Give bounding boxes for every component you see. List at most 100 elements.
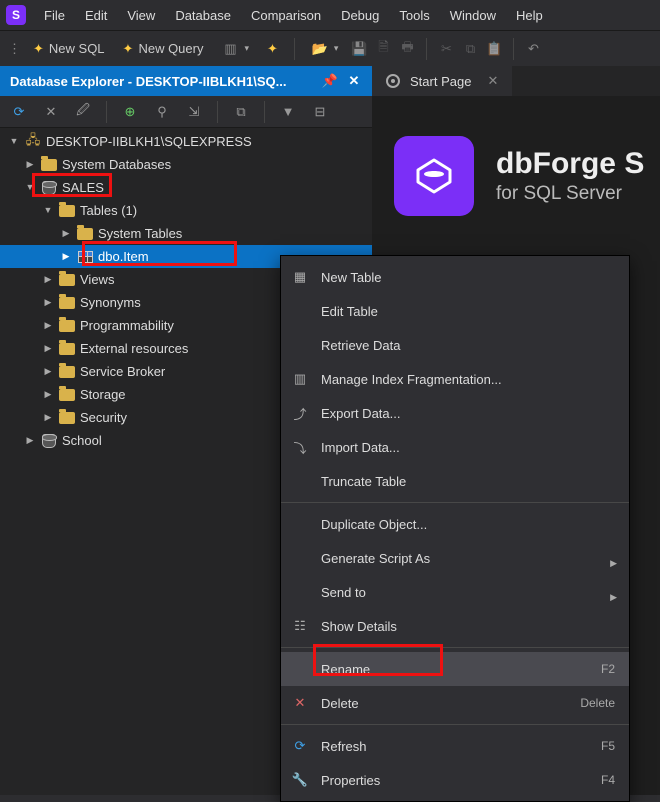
save-icon[interactable]: 💾 [350, 40, 368, 58]
start-page-label: Start Page [410, 74, 471, 89]
system-tables-label: System Tables [98, 226, 182, 241]
collapse-icon[interactable]: ⊟ [307, 99, 333, 125]
ctx-send-to[interactable]: Send to [281, 575, 629, 609]
copy-tree-icon[interactable]: ⧉ [228, 99, 254, 125]
refresh-icon[interactable]: ⟳ [6, 99, 32, 125]
ctx-retrieve-data[interactable]: Retrieve Data [281, 328, 629, 362]
details-icon: ☷ [289, 618, 311, 634]
print-icon[interactable]: 🖶 [398, 40, 416, 58]
ctx-refresh[interactable]: ⟳RefreshF5 [281, 729, 629, 763]
menu-comparison[interactable]: Comparison [243, 4, 329, 27]
ctx-manage-index[interactable]: ▥Manage Index Fragmentation... [281, 362, 629, 396]
disconnect-icon[interactable]: ⇲ [181, 99, 207, 125]
ctx-new-table[interactable]: ▦New Table [281, 260, 629, 294]
tables-node[interactable]: Tables (1) [0, 199, 372, 222]
main-toolbar: ⋮ ✦New SQL ✦New Query ▥▾ ✦ 📂▾ 💾 🗎 🖶 ✂ ⧉ … [0, 30, 660, 66]
menu-file[interactable]: File [36, 4, 73, 27]
tables-label: Tables (1) [80, 203, 137, 218]
folder-icon [59, 412, 75, 424]
menu-edit[interactable]: Edit [77, 4, 115, 27]
ctx-import-data[interactable]: ⤵Import Data... [281, 430, 629, 464]
ctx-edit-table[interactable]: Edit Table [281, 294, 629, 328]
import-icon: ⤵ [289, 438, 311, 457]
ctx-duplicate-object[interactable]: Duplicate Object... [281, 507, 629, 541]
menu-help[interactable]: Help [508, 4, 551, 27]
new-query-label: New Query [138, 41, 203, 56]
grid-icon: ▥ [289, 371, 311, 387]
system-databases-node[interactable]: System Databases [0, 153, 372, 176]
dbo-item-label: dbo.Item [98, 249, 149, 264]
new-sql-label: New SQL [49, 41, 105, 56]
service-broker-label: Service Broker [80, 364, 165, 379]
edit-icon[interactable]: 🖉 [70, 99, 96, 125]
table-context-menu: ▦New Table Edit Table Retrieve Data ▥Man… [280, 255, 630, 802]
ctx-delete[interactable]: ✕DeleteDelete [281, 686, 629, 720]
database-icon [42, 181, 56, 195]
server-label: DESKTOP-IIBLKH1\SQLEXPRESS [46, 134, 252, 149]
delete-icon: ✕ [289, 695, 311, 711]
start-page-icon [386, 74, 400, 88]
database-icon [42, 434, 56, 448]
menu-debug[interactable]: Debug [333, 4, 387, 27]
explorer-toolbar: ⟳ ✕ 🖉 ⊕ ⚲ ⇲ ⧉ ▼ ⊟ [0, 96, 372, 128]
ctx-truncate-table[interactable]: Truncate Table [281, 464, 629, 498]
new-connection-icon[interactable]: ⊕ [117, 99, 143, 125]
ctx-generate-script[interactable]: Generate Script As [281, 541, 629, 575]
start-page-tab[interactable]: Start Page ✕ [372, 66, 512, 96]
close-icon[interactable]: ✕ [346, 73, 362, 89]
storage-label: Storage [80, 387, 126, 402]
undo-icon[interactable]: ↶ [524, 40, 542, 58]
synonyms-label: Synonyms [80, 295, 141, 310]
dbforge-logo-icon [394, 136, 474, 216]
programmability-label: Programmability [80, 318, 174, 333]
sales-label: SALES [62, 180, 104, 195]
open-button[interactable]: 📂▾ [305, 36, 345, 62]
system-databases-label: System Databases [62, 157, 171, 172]
folder-icon [59, 389, 75, 401]
ctx-show-details[interactable]: ☷Show Details [281, 609, 629, 643]
brand-subtitle: for SQL Server [496, 183, 644, 205]
wrench-icon: 🔧 [289, 772, 311, 788]
ctx-properties[interactable]: 🔧PropertiesF4 [281, 763, 629, 797]
menu-database[interactable]: Database [167, 4, 239, 27]
copy-icon[interactable]: ⧉ [461, 40, 479, 58]
school-label: School [62, 433, 102, 448]
cut-icon[interactable]: ✂ [437, 40, 455, 58]
brand-title: dbForge S [496, 147, 644, 181]
export-icon: ⤴ [289, 404, 311, 423]
folder-icon [59, 274, 75, 286]
save-all-icon[interactable]: 🗎 [374, 40, 392, 58]
delete-connection-icon[interactable]: ✕ [38, 99, 64, 125]
system-tables-node[interactable]: System Tables [0, 222, 372, 245]
sales-db-node[interactable]: SALES [0, 176, 372, 199]
views-label: Views [80, 272, 114, 287]
folder-icon [59, 297, 75, 309]
folder-icon [41, 159, 57, 171]
external-resources-label: External resources [80, 341, 188, 356]
ctx-export-data[interactable]: ⤴Export Data... [281, 396, 629, 430]
toolbar-dropdown-1[interactable]: ▥▾ [215, 36, 255, 62]
new-sql-button[interactable]: ✦New SQL [27, 36, 111, 62]
paste-icon[interactable]: 📋 [485, 40, 503, 58]
pin-icon[interactable]: 📌 [322, 73, 338, 89]
connection-icon[interactable]: ⚲ [149, 99, 175, 125]
panel-tabs: Database Explorer - DESKTOP-IIBLKH1\SQ..… [0, 66, 660, 96]
filter-icon[interactable]: ▼ [275, 99, 301, 125]
database-explorer-title: Database Explorer - DESKTOP-IIBLKH1\SQ..… [10, 74, 314, 89]
menu-tools[interactable]: Tools [391, 4, 437, 27]
menu-view[interactable]: View [119, 4, 163, 27]
toolbar-sparkle[interactable]: ✦ [261, 36, 284, 62]
database-explorer-tab[interactable]: Database Explorer - DESKTOP-IIBLKH1\SQ..… [0, 66, 372, 96]
ctx-rename[interactable]: RenameF2 [281, 652, 629, 686]
new-query-button[interactable]: ✦New Query [117, 36, 210, 62]
folder-icon [59, 366, 75, 378]
table-icon [78, 251, 93, 263]
start-page-close-icon[interactable]: ✕ [487, 73, 498, 89]
menu-window[interactable]: Window [442, 4, 504, 27]
server-node[interactable]: 🖧 DESKTOP-IIBLKH1\SQLEXPRESS [0, 130, 372, 153]
refresh-icon: ⟳ [289, 738, 311, 754]
table-icon: ▦ [289, 269, 311, 285]
folder-icon [59, 320, 75, 332]
server-icon: 🖧 [24, 134, 42, 150]
menu-bar: S File Edit View Database Comparison Deb… [0, 0, 660, 30]
